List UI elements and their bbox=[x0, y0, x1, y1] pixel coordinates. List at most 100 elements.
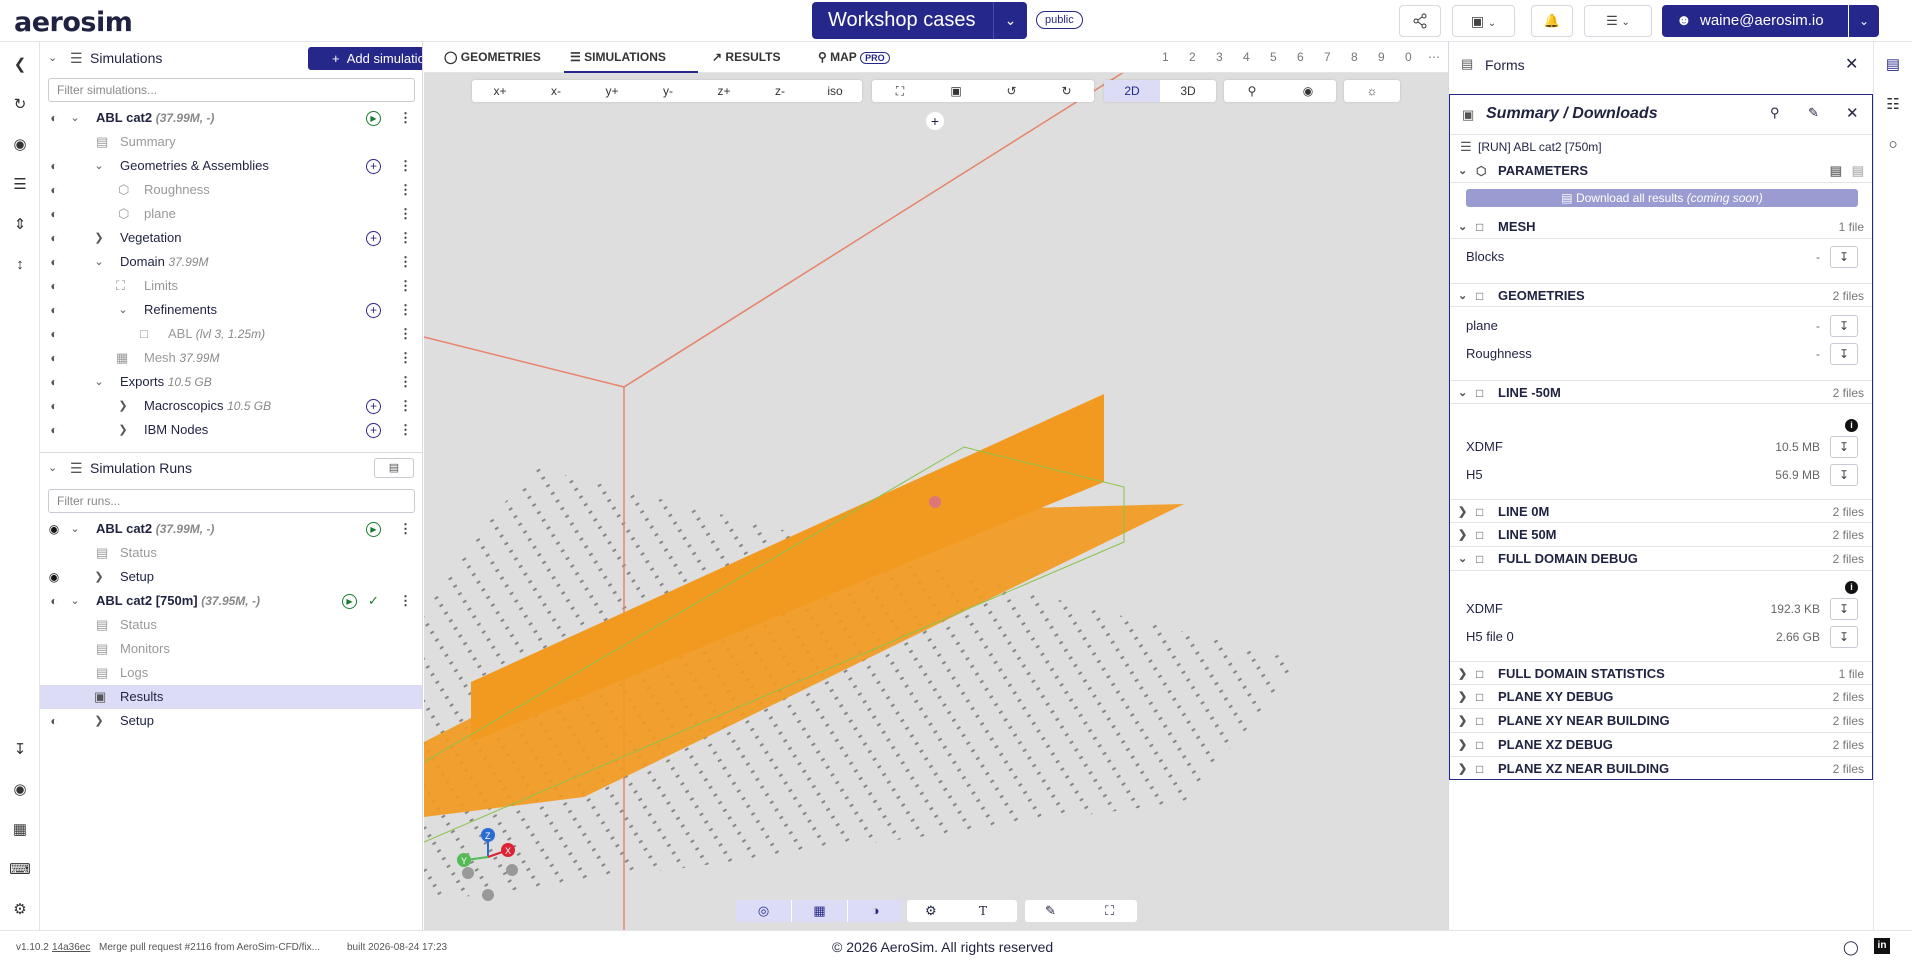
download-icon[interactable]: ↧ bbox=[1830, 464, 1858, 486]
view-y-plus-button[interactable]: y+ bbox=[584, 80, 640, 102]
download-icon[interactable]: ↧ bbox=[1830, 315, 1858, 337]
chevron-down-icon[interactable]: ⌄ bbox=[48, 43, 57, 73]
chevron-down-icon[interactable]: ⌄ bbox=[1458, 215, 1467, 239]
terminal-icon[interactable]: ▤ bbox=[374, 458, 414, 478]
group-full-domain-debug[interactable]: ⌄ □ FULL DOMAIN DEBUG 2 files bbox=[1450, 547, 1872, 571]
layer-4[interactable]: 4 bbox=[1243, 42, 1250, 73]
play-icon[interactable]: ▶ bbox=[342, 594, 357, 609]
notifications-button[interactable]: 🔔 bbox=[1531, 5, 1573, 37]
eye-icon[interactable]: ◉ bbox=[44, 517, 64, 541]
eye-off-icon[interactable]: ◐ bbox=[44, 370, 64, 394]
tree-item-summary[interactable]: ▤ Summary bbox=[40, 130, 422, 154]
add-icon[interactable]: + bbox=[366, 423, 381, 438]
download-icon[interactable]: ↧ bbox=[1830, 436, 1858, 458]
view-y-minus-button[interactable]: y- bbox=[640, 80, 696, 102]
linkedin-icon[interactable]: in bbox=[1874, 938, 1890, 954]
parameters-section[interactable]: ⌄ ⬡ PARAMETERS ▤ ▤ bbox=[1450, 159, 1872, 183]
tree-item-ibm-nodes[interactable]: ◐ ❯ IBM Nodes + ⋮ bbox=[40, 418, 422, 442]
tree-item-refinements[interactable]: ◐ ⌄ Refinements + ⋮ bbox=[40, 298, 422, 322]
group-mesh[interactable]: ⌄ □ MESH 1 file bbox=[1450, 215, 1872, 239]
more-icon[interactable]: ⋮ bbox=[399, 370, 412, 394]
chevron-down-icon[interactable]: ⌄ bbox=[68, 106, 82, 130]
compass-icon[interactable]: ◑ bbox=[848, 900, 903, 922]
layer-1[interactable]: 1 bbox=[1162, 42, 1169, 73]
gear-icon[interactable]: ⚙ bbox=[9, 899, 31, 921]
image-icon[interactable]: ▦ bbox=[9, 819, 31, 841]
more-icon[interactable]: ⋮ bbox=[399, 418, 412, 442]
chevron-right-icon[interactable]: ❯ bbox=[116, 418, 130, 442]
forms-icon[interactable]: ▤ bbox=[1882, 54, 1904, 76]
collapse-vertical-icon[interactable]: ↕ bbox=[9, 254, 31, 276]
project-selector[interactable]: Workshop cases ⌄ bbox=[812, 2, 1027, 39]
chevron-right-icon[interactable]: ❯ bbox=[92, 226, 106, 250]
aerosim-logo[interactable]: aerosim bbox=[14, 7, 133, 38]
lightbulb-icon[interactable]: ○ bbox=[1882, 134, 1904, 156]
add-icon[interactable]: + bbox=[366, 159, 381, 174]
more-icon[interactable]: ⋮ bbox=[399, 517, 412, 541]
share-button[interactable] bbox=[1399, 5, 1441, 37]
chevron-right-icon[interactable]: ❯ bbox=[1458, 709, 1467, 733]
fit-view-icon[interactable]: ⛶ bbox=[872, 80, 928, 102]
camera-icon[interactable]: ◉ bbox=[9, 779, 31, 801]
chevron-down-icon[interactable]: ⌄ bbox=[92, 370, 106, 394]
download-icon[interactable]: ↧ bbox=[9, 739, 31, 761]
bounding-box-icon[interactable]: ⛶ bbox=[1105, 900, 1114, 922]
info-icon[interactable]: i bbox=[1845, 419, 1858, 432]
download-icon[interactable]: ↧ bbox=[1830, 246, 1858, 268]
play-icon[interactable]: ▶ bbox=[366, 522, 381, 537]
more-icon[interactable]: ⋮ bbox=[399, 106, 412, 130]
play-icon[interactable]: ▶ bbox=[366, 111, 381, 126]
pen-icon[interactable]: ✎ bbox=[1045, 900, 1056, 922]
layer-9[interactable]: 9 bbox=[1378, 42, 1385, 73]
more-icon[interactable]: ⋮ bbox=[399, 346, 412, 370]
chevron-down-icon[interactable]: ⌄ bbox=[1458, 547, 1467, 571]
run-item-logs[interactable]: ▤ Logs bbox=[40, 661, 422, 685]
layer-8[interactable]: 8 bbox=[1351, 42, 1358, 73]
more-icon[interactable]: ⋮ bbox=[399, 178, 412, 202]
more-icon[interactable]: ⋮ bbox=[399, 394, 412, 418]
eye-off-icon[interactable]: ◐ bbox=[44, 418, 64, 442]
eye-off-icon[interactable]: ◐ bbox=[44, 106, 64, 130]
instagram-icon[interactable]: ◯ bbox=[1843, 939, 1859, 956]
chevron-down-icon[interactable]: ⌄ bbox=[1458, 159, 1467, 183]
add-icon[interactable]: + bbox=[366, 399, 381, 414]
eye-off-icon[interactable]: ◐ bbox=[44, 709, 64, 733]
add-view-button[interactable]: + bbox=[926, 112, 944, 130]
eye-off-icon[interactable]: ◐ bbox=[44, 226, 64, 250]
tree-item-roughness[interactable]: ◐ ⬡ Roughness ⋮ bbox=[40, 178, 422, 202]
filter-simulations-input[interactable]: Filter simulations... bbox=[48, 78, 415, 102]
collapse-left-icon[interactable]: ❮ bbox=[9, 54, 31, 76]
list-icon[interactable]: ☰ bbox=[9, 174, 31, 196]
eye-off-icon[interactable]: ◐ bbox=[44, 274, 64, 298]
chevron-right-icon[interactable]: ❯ bbox=[92, 709, 106, 733]
eye-icon[interactable]: ◉ bbox=[9, 134, 31, 156]
search-icon[interactable]: ⚲ bbox=[1224, 80, 1280, 102]
target-icon[interactable]: ◎ bbox=[736, 900, 791, 922]
tree-item-abl-refinement[interactable]: ◐ □ ABL (lvl 3, 1.25m) ⋮ bbox=[40, 322, 422, 346]
group-plane-xz-debug[interactable]: ❯ □ PLANE XZ DEBUG 2 files bbox=[1450, 733, 1872, 757]
more-layers-button[interactable]: ⋯ bbox=[1428, 42, 1440, 73]
sun-icon[interactable]: ☼ bbox=[1344, 80, 1400, 102]
chevron-right-icon[interactable]: ❯ bbox=[92, 565, 106, 589]
group-plane-xy-near-building[interactable]: ❯ □ PLANE XY NEAR BUILDING 2 files bbox=[1450, 709, 1872, 733]
tree-item-exports[interactable]: ◐ ⌄ Exports 10.5 GB ⋮ bbox=[40, 370, 422, 394]
layer-5[interactable]: 5 bbox=[1270, 42, 1277, 73]
filter-runs-input[interactable]: Filter runs... bbox=[48, 489, 415, 513]
run-item-abl-cat2[interactable]: ◉ ⌄ ABL cat2 (37.99M, -) ▶ ⋮ bbox=[40, 517, 422, 541]
docs-menu-button[interactable]: ▣ ⌄ bbox=[1452, 5, 1515, 37]
download-icon[interactable]: ↧ bbox=[1830, 626, 1858, 648]
chevron-down-icon[interactable]: ⌄ bbox=[92, 250, 106, 274]
group-line-50m[interactable]: ❯ □ LINE 50M 2 files bbox=[1450, 523, 1872, 547]
run-item-monitors[interactable]: ▤ Monitors bbox=[40, 637, 422, 661]
3d-viewport[interactable]: Z X Y + ◎ ▦ ◑ ⚙ T ✎ ⛶ bbox=[424, 42, 1448, 930]
layer-2[interactable]: 2 bbox=[1189, 42, 1196, 73]
zoom-region-icon[interactable]: ▣ bbox=[928, 80, 984, 102]
view-z-plus-button[interactable]: z+ bbox=[696, 80, 752, 102]
chevron-down-icon[interactable]: ⌄ bbox=[1849, 5, 1879, 37]
chevron-down-icon[interactable]: ⌄ bbox=[48, 453, 57, 483]
camera-icon[interactable]: ◉ bbox=[1280, 80, 1336, 102]
pin-icon[interactable]: ⚲ bbox=[1770, 105, 1780, 121]
chevron-right-icon[interactable]: ❯ bbox=[1458, 523, 1467, 547]
download-icon[interactable]: ↧ bbox=[1830, 598, 1858, 620]
more-icon[interactable]: ⋮ bbox=[399, 154, 412, 178]
